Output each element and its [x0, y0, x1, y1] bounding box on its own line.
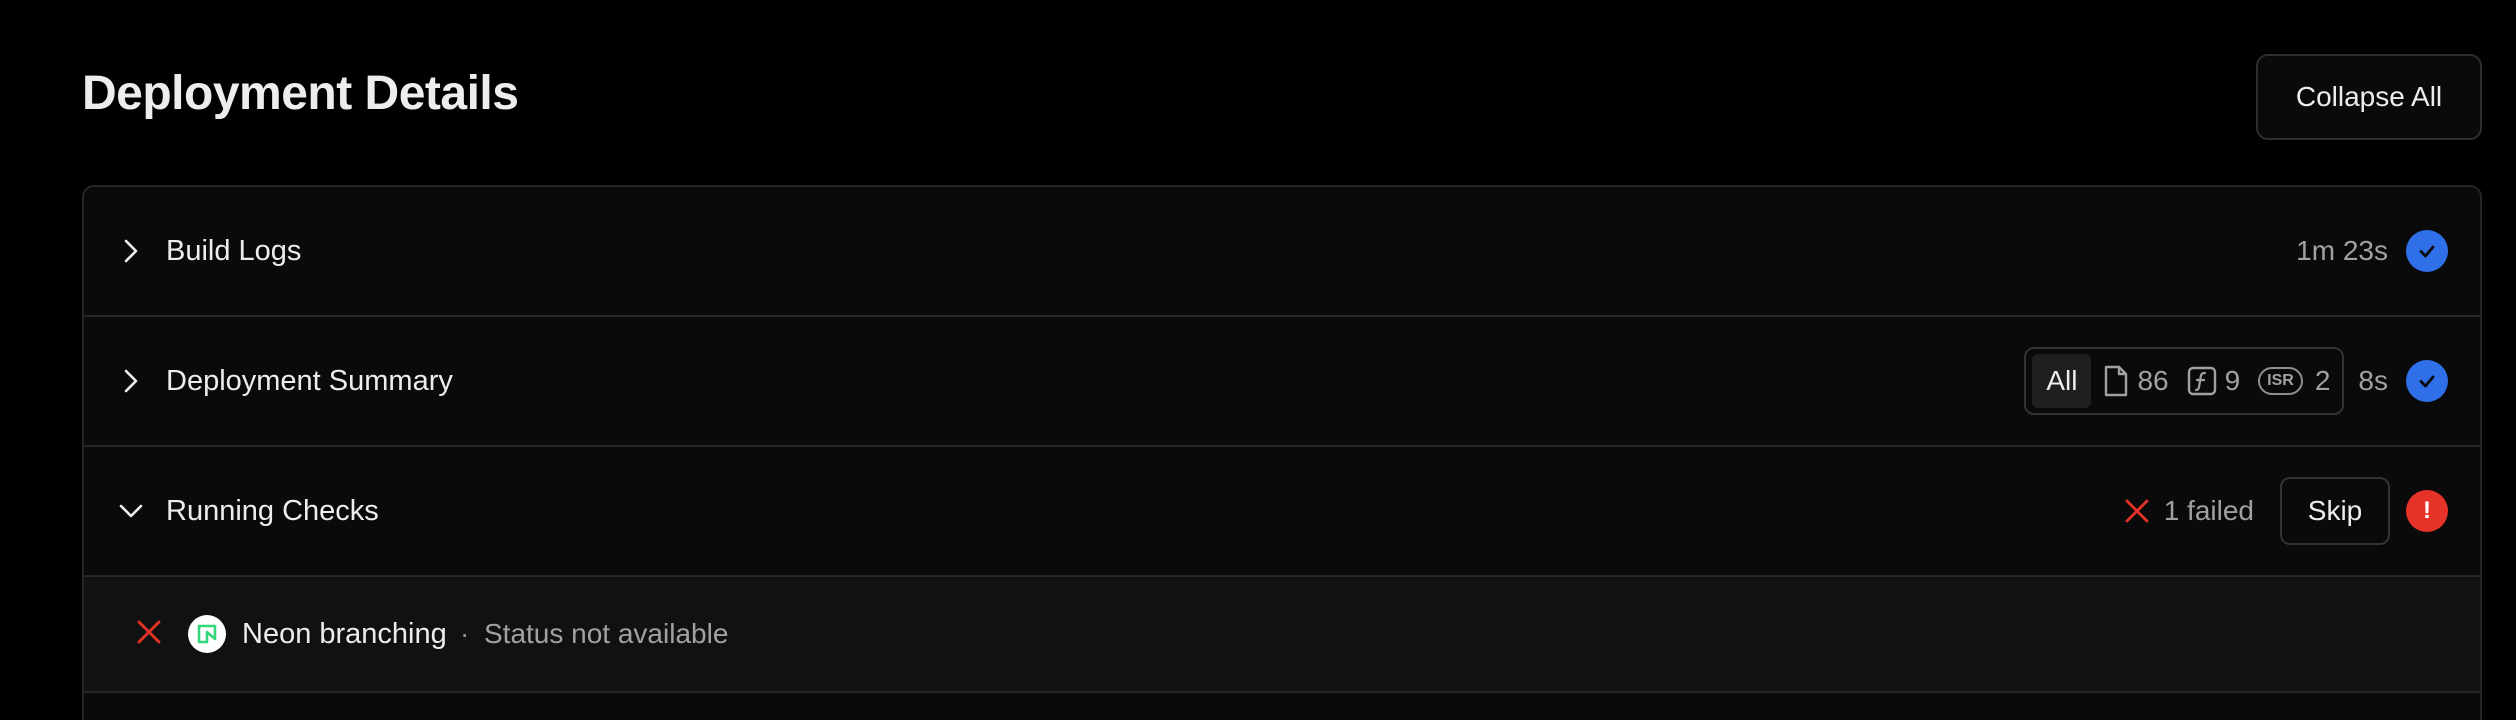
- check-row[interactable]: Neon branching · Status not available: [84, 577, 2480, 693]
- filter-function-button[interactable]: 9: [2187, 365, 2241, 397]
- neon-logo-icon: [188, 615, 226, 653]
- alert-circle-icon: !: [2406, 490, 2448, 532]
- deployment-details-panel: Build Logs 1m 23s Deployment Summary All…: [82, 185, 2482, 720]
- duration-text: 8s: [2358, 365, 2388, 396]
- section-build-logs[interactable]: Build Logs 1m 23s: [84, 187, 2480, 317]
- section-title: Deployment Summary: [166, 364, 453, 397]
- chevron-right-icon[interactable]: [118, 238, 144, 264]
- skip-button[interactable]: Skip: [2280, 477, 2390, 545]
- file-icon: [2105, 365, 2128, 397]
- failed-text: 1 failed: [2163, 495, 2254, 526]
- section-deployment-summary[interactable]: Deployment Summary All 86 9 ISR 2 8s: [84, 317, 2480, 447]
- page-title: Deployment Details: [82, 67, 519, 120]
- static-count: 86: [2137, 365, 2169, 396]
- filter-static-button[interactable]: 86: [2103, 365, 2169, 397]
- separator-dot: ·: [460, 618, 470, 649]
- section-running-checks[interactable]: Running Checks 1 failed Skip !: [84, 447, 2480, 577]
- chevron-right-icon[interactable]: [118, 368, 144, 394]
- section-title: Running Checks: [166, 494, 379, 527]
- check-name: Neon branching: [242, 617, 447, 650]
- failed-summary: 1 failed: [2124, 495, 2254, 527]
- collapse-all-button[interactable]: Collapse All: [2256, 54, 2482, 140]
- duration-text: 1m 23s: [2296, 235, 2388, 266]
- filter-all-button[interactable]: All: [2032, 354, 2092, 408]
- check-circle-icon: [2406, 360, 2448, 402]
- check-status-text: Status not available: [484, 618, 729, 649]
- check-circle-icon: [2406, 230, 2448, 272]
- section-title: Build Logs: [166, 234, 302, 267]
- function-count: 9: [2224, 365, 2241, 396]
- isr-badge: ISR: [2258, 367, 2303, 395]
- chevron-down-icon[interactable]: [118, 498, 144, 524]
- x-icon: [2125, 499, 2149, 523]
- output-filter: All 86 9 ISR 2: [2024, 347, 2345, 415]
- isr-count: 2: [2314, 365, 2331, 396]
- filter-isr-button[interactable]: ISR 2: [2258, 365, 2330, 397]
- x-icon: [136, 619, 162, 650]
- function-icon: [2187, 366, 2216, 396]
